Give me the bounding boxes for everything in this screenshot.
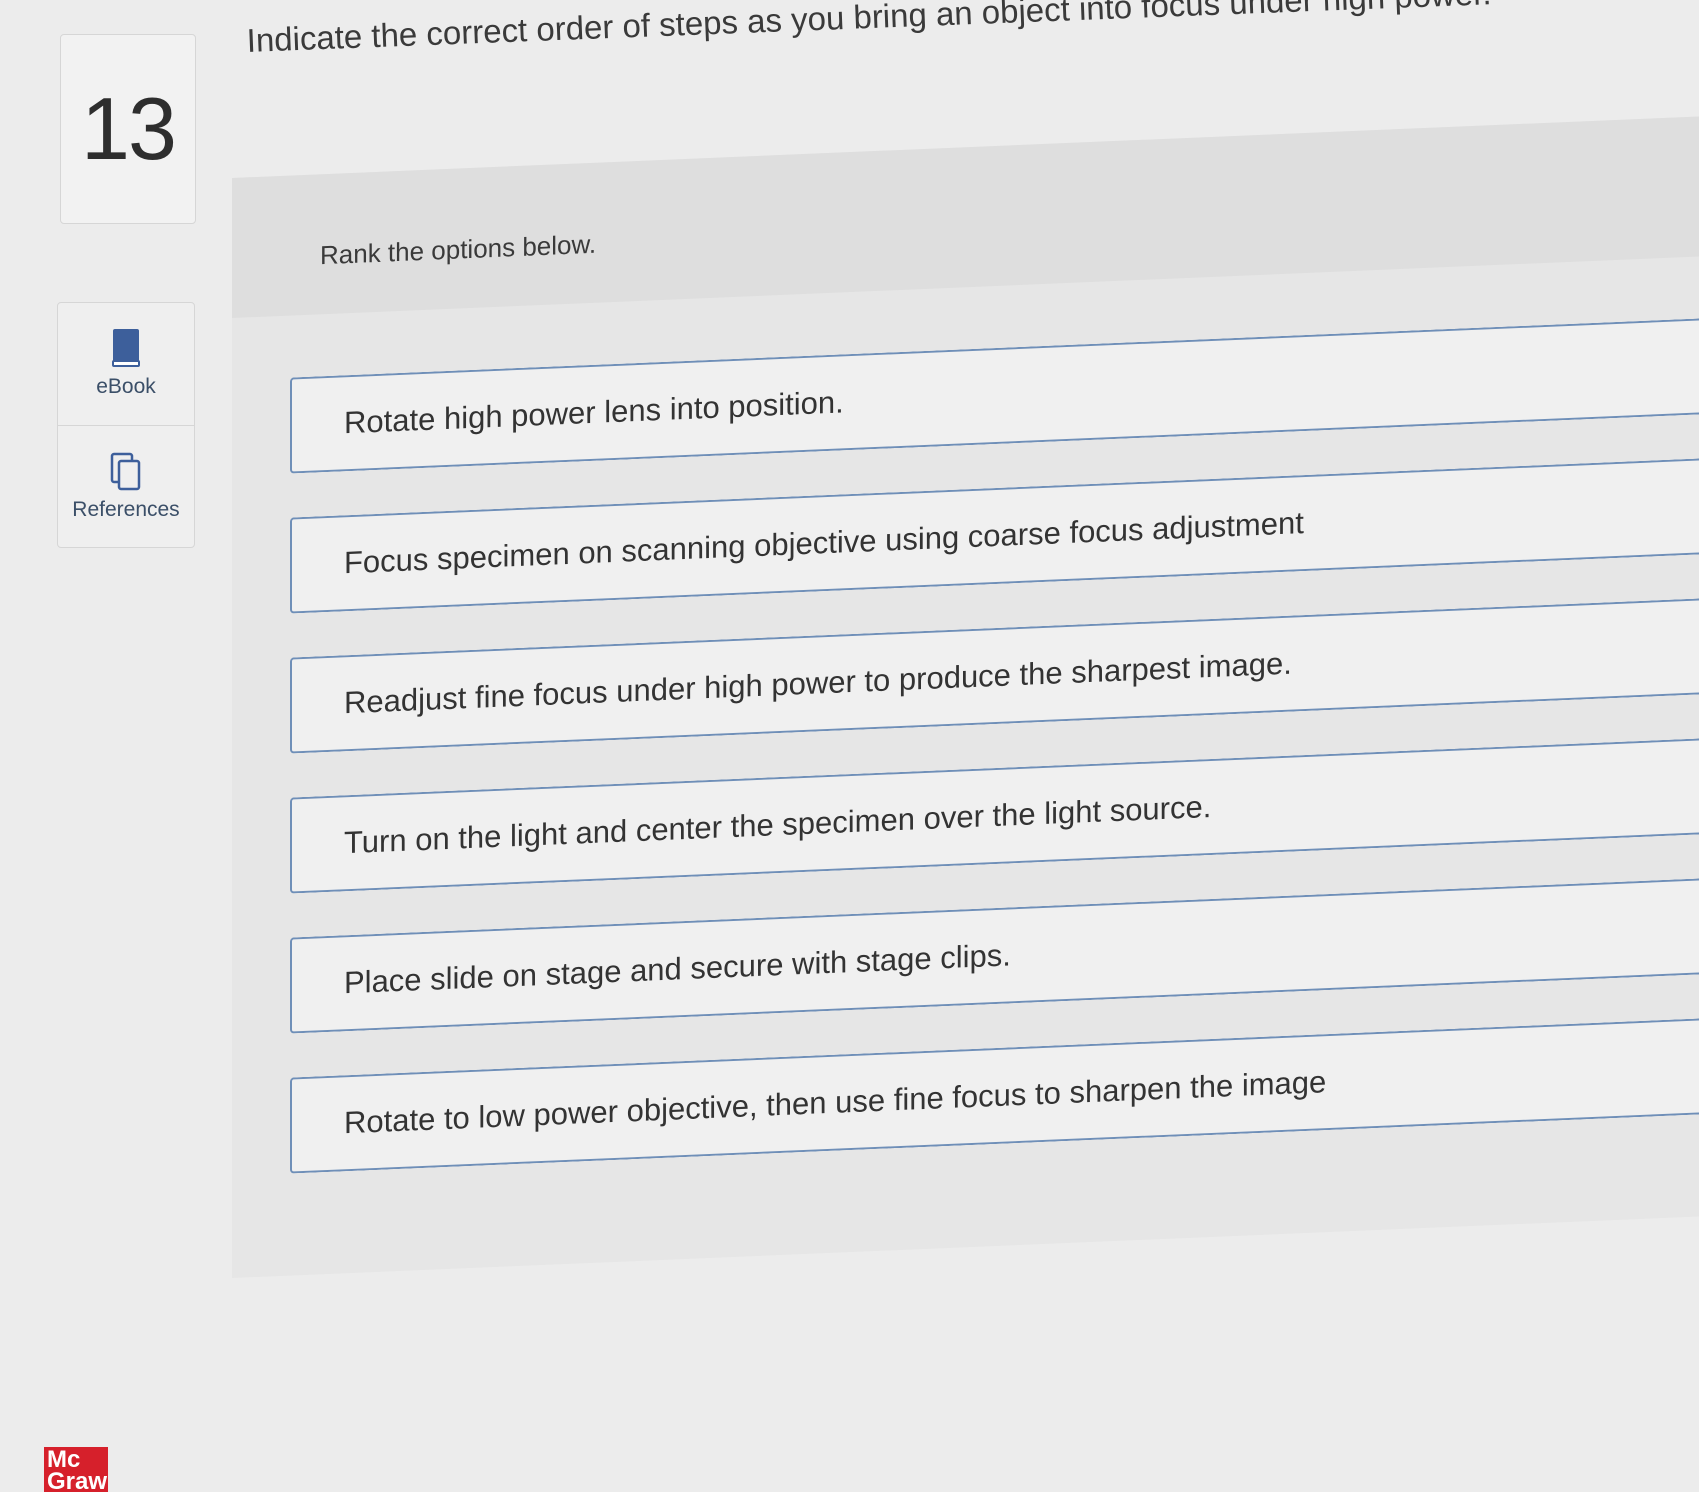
rank-option[interactable]: Rotate to low power objective, then use … <box>290 1017 1699 1174</box>
rank-option-label: Focus specimen on scanning objective usi… <box>344 505 1304 581</box>
ranking-panel: Rank the options below. Rotate high powe… <box>232 116 1699 1278</box>
ebook-button[interactable]: eBook <box>58 303 194 425</box>
rank-option-label: Rotate to low power objective, then use … <box>344 1064 1327 1141</box>
rank-option[interactable]: Focus specimen on scanning objective usi… <box>290 457 1699 614</box>
logo-line-2: Graw <box>47 1468 108 1492</box>
references-label: References <box>72 498 180 521</box>
ranking-header: Rank the options below. <box>232 116 1699 318</box>
ebook-label: eBook <box>96 375 156 398</box>
references-button[interactable]: References <box>58 425 194 548</box>
rank-option-label: Place slide on stage and secure with sta… <box>344 937 1011 1001</box>
question-prompt: Indicate the correct order of steps as y… <box>246 0 1493 59</box>
ranking-instruction: Rank the options below. <box>320 228 597 271</box>
rank-option-label: Rotate high power lens into position. <box>344 384 844 441</box>
rank-option[interactable]: Rotate high power lens into position. <box>290 317 1699 474</box>
references-icon <box>110 452 141 491</box>
ranking-options: Rotate high power lens into position. Fo… <box>290 317 1699 1218</box>
rank-option[interactable]: Turn on the light and center the specime… <box>290 737 1699 894</box>
ebook-icon <box>112 329 140 367</box>
rank-option-label: Turn on the light and center the specime… <box>344 788 1212 861</box>
rank-option[interactable]: Place slide on stage and secure with sta… <box>290 877 1699 1034</box>
question-number-box: 13 <box>60 34 196 224</box>
mcgraw-hill-logo: Mc Graw <box>44 1447 108 1492</box>
question-number: 13 <box>81 79 177 178</box>
rank-option-label: Readjust fine focus under high power to … <box>344 645 1292 721</box>
question-tools: eBook References <box>57 302 195 548</box>
rank-option[interactable]: Readjust fine focus under high power to … <box>290 597 1699 754</box>
